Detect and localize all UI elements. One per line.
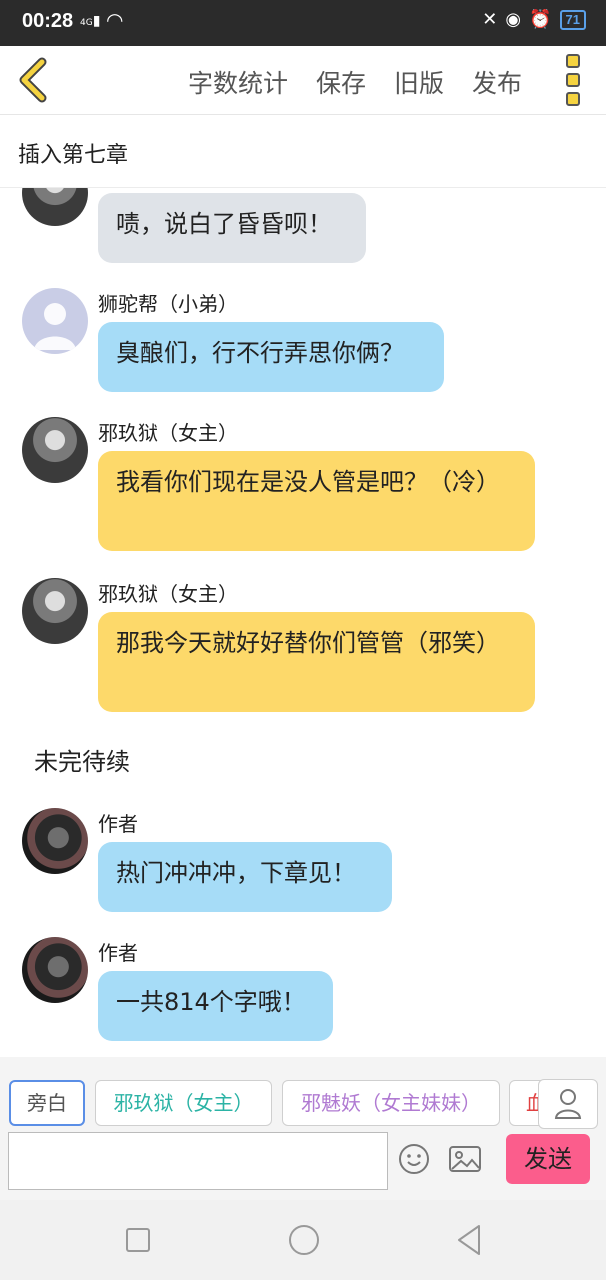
alarm-icon: ⏰ (529, 9, 552, 30)
recent-apps-icon[interactable] (124, 1222, 152, 1258)
back-arrow-icon[interactable] (14, 56, 54, 104)
role-chip-narrator[interactable]: 旁白 (9, 1080, 85, 1126)
message-text: 那我今天就好好替你们管管（邪笑） (116, 629, 500, 657)
lock-rotation-icon: ◉ (505, 9, 522, 30)
status-time: 00:28 (22, 10, 74, 32)
avatar[interactable] (22, 417, 88, 483)
status-icons: ✕ ◉ ⏰ 71 (482, 9, 586, 30)
back-icon[interactable] (454, 1222, 484, 1258)
sender-name: 邪玖狱（女主） (98, 421, 238, 445)
message-text: 臭酿们，行不行弄思你俩？ (116, 339, 404, 367)
composer-toolbar: 旁白 邪玖狱（女主） 邪魅妖（女主妹妹） 血 发送 (0, 1057, 606, 1200)
old-version-button[interactable]: 旧版 (394, 64, 444, 100)
message-bubble[interactable]: 热门冲冲冲，下章见！ (98, 842, 392, 912)
role-chip-heroine[interactable]: 邪玖狱（女主） (95, 1080, 272, 1126)
message-bubble[interactable]: 一共814个字哦！ (98, 971, 333, 1041)
network-label: 4G (80, 18, 93, 28)
avatar[interactable] (22, 808, 88, 874)
save-button[interactable]: 保存 (316, 64, 366, 100)
vibrate-icon: ✕ (482, 9, 498, 30)
chapter-bar[interactable]: 插入第七章 (0, 115, 606, 188)
default-avatar-icon (34, 303, 76, 350)
message-text: 热门冲冲冲，下章见！ (116, 859, 356, 887)
sender-name: 邪玖狱（女主） (98, 582, 238, 606)
chat-area[interactable]: 啧，说白了昏昏呗！ 狮驼帮（小弟） 臭酿们，行不行弄思你俩？ 邪玖狱（女主） 我… (0, 188, 606, 1056)
avatar[interactable] (22, 288, 88, 354)
status-bar: 00:28 4G▮ ◠ ✕ ◉ ⏰ 71 (0, 0, 606, 46)
wifi-icon: ◠ (106, 8, 124, 32)
header-menu: 字数统计 保存 旧版 发布 (188, 64, 522, 100)
role-manager-button[interactable] (538, 1079, 598, 1129)
sender-name: 作者 (98, 941, 138, 965)
person-icon (554, 1089, 582, 1119)
sender-name: 狮驼帮（小弟） (98, 292, 238, 316)
more-menu-icon[interactable] (566, 54, 580, 106)
narration-text[interactable]: 未完待续 (34, 742, 130, 777)
message-text: 啧，说白了昏昏呗！ (116, 210, 332, 238)
system-nav-bar (0, 1200, 606, 1280)
message-text: 我看你们现在是没人管是吧？（冷） (116, 468, 500, 496)
message-bubble[interactable]: 啧，说白了昏昏呗！ (98, 193, 366, 263)
battery-indicator: 71 (559, 9, 586, 30)
role-chip-sister[interactable]: 邪魅妖（女主妹妹） (282, 1080, 500, 1126)
signal-icon: 4G▮ (80, 13, 101, 29)
message-input[interactable] (8, 1132, 388, 1190)
message-text: 一共814个字哦！ (116, 988, 306, 1016)
emoji-icon[interactable] (398, 1143, 430, 1175)
chapter-title: 插入第七章 (18, 143, 129, 168)
image-icon[interactable] (448, 1143, 482, 1175)
home-icon[interactable] (286, 1222, 322, 1258)
editor-header: 字数统计 保存 旧版 发布 (0, 46, 606, 115)
publish-button[interactable]: 发布 (472, 64, 522, 100)
avatar[interactable] (22, 578, 88, 644)
message-bubble[interactable]: 我看你们现在是没人管是吧？（冷） (98, 451, 535, 551)
send-button[interactable]: 发送 (506, 1134, 590, 1184)
word-count-button[interactable]: 字数统计 (188, 64, 288, 100)
avatar[interactable] (22, 188, 88, 226)
sender-name: 作者 (98, 812, 138, 836)
message-bubble[interactable]: 那我今天就好好替你们管管（邪笑） (98, 612, 535, 712)
message-bubble[interactable]: 臭酿们，行不行弄思你俩？ (98, 322, 444, 392)
avatar[interactable] (22, 937, 88, 1003)
